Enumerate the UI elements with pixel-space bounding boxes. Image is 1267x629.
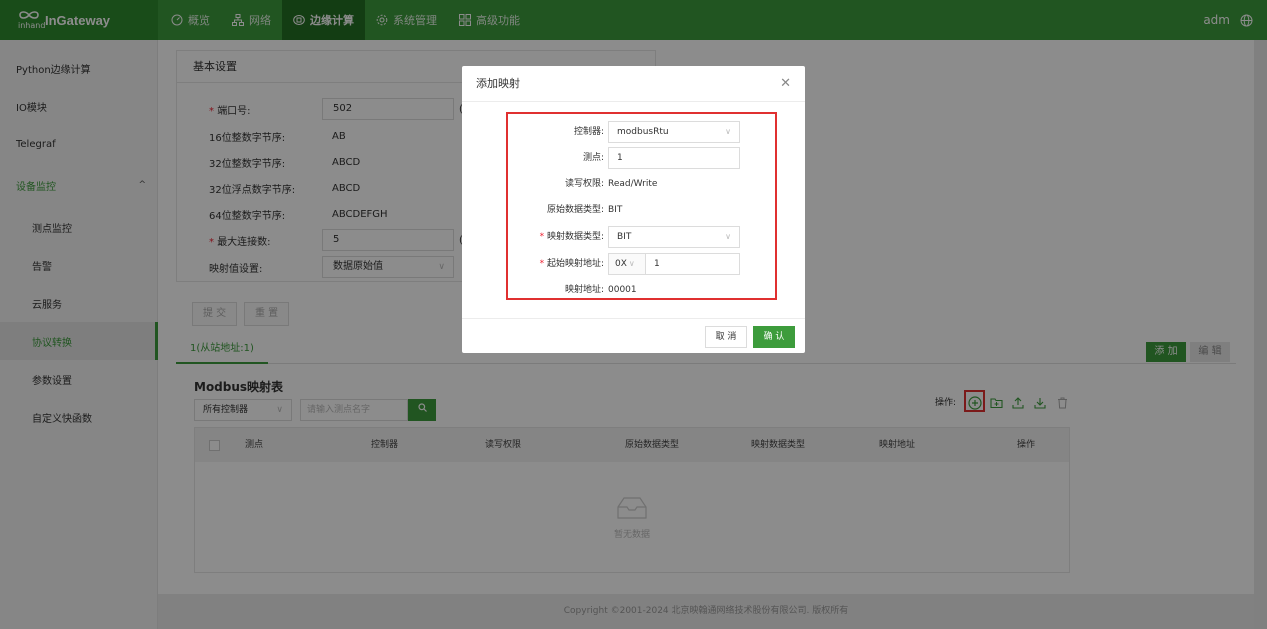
- start-addr-input[interactable]: 1: [645, 253, 740, 275]
- map-addr-value: 00001: [608, 285, 637, 295]
- rw-value: Read/Write: [608, 179, 658, 189]
- dialog-footer: 取 消 确 认: [462, 318, 805, 353]
- field-label: 控制器:: [573, 127, 604, 137]
- confirm-button[interactable]: 确 认: [753, 326, 795, 348]
- chevron-down-icon: ∨: [725, 232, 731, 241]
- add-mapping-dialog: 添加映射 ✕ 控制器: modbusRtu ∨ 测点: 1 读写权限: Read/…: [462, 66, 805, 353]
- field-rw: 读写权限: Read/Write: [462, 173, 805, 195]
- field-label: 映射地址:: [564, 285, 604, 295]
- cancel-button[interactable]: 取 消: [705, 326, 747, 348]
- chevron-down-icon: ∨: [628, 259, 635, 268]
- field-point: 测点: 1: [462, 147, 805, 169]
- field-map-addr: 映射地址: 00001: [462, 279, 805, 301]
- field-controller: 控制器: modbusRtu ∨: [462, 121, 805, 143]
- field-label: 读写权限:: [564, 179, 604, 189]
- raw-type-value: BIT: [608, 205, 623, 215]
- addr-prefix-select[interactable]: 0X ∨: [608, 253, 646, 275]
- map-type-select[interactable]: BIT ∨: [608, 226, 740, 248]
- field-map-type: * 映射数据类型: BIT ∨: [462, 226, 805, 248]
- chevron-down-icon: ∨: [725, 127, 731, 136]
- field-label: * 映射数据类型:: [539, 232, 604, 242]
- field-start-addr: * 起始映射地址: 0X ∨ 1: [462, 253, 805, 275]
- field-label: * 起始映射地址:: [539, 259, 604, 269]
- field-raw-type: 原始数据类型: BIT: [462, 199, 805, 221]
- close-icon[interactable]: ✕: [780, 66, 791, 102]
- dialog-title: 添加映射: [462, 66, 805, 102]
- field-label: 原始数据类型:: [546, 205, 604, 215]
- point-input[interactable]: 1: [608, 147, 740, 169]
- field-label: 测点:: [582, 153, 604, 163]
- controller-select[interactable]: modbusRtu ∨: [608, 121, 740, 143]
